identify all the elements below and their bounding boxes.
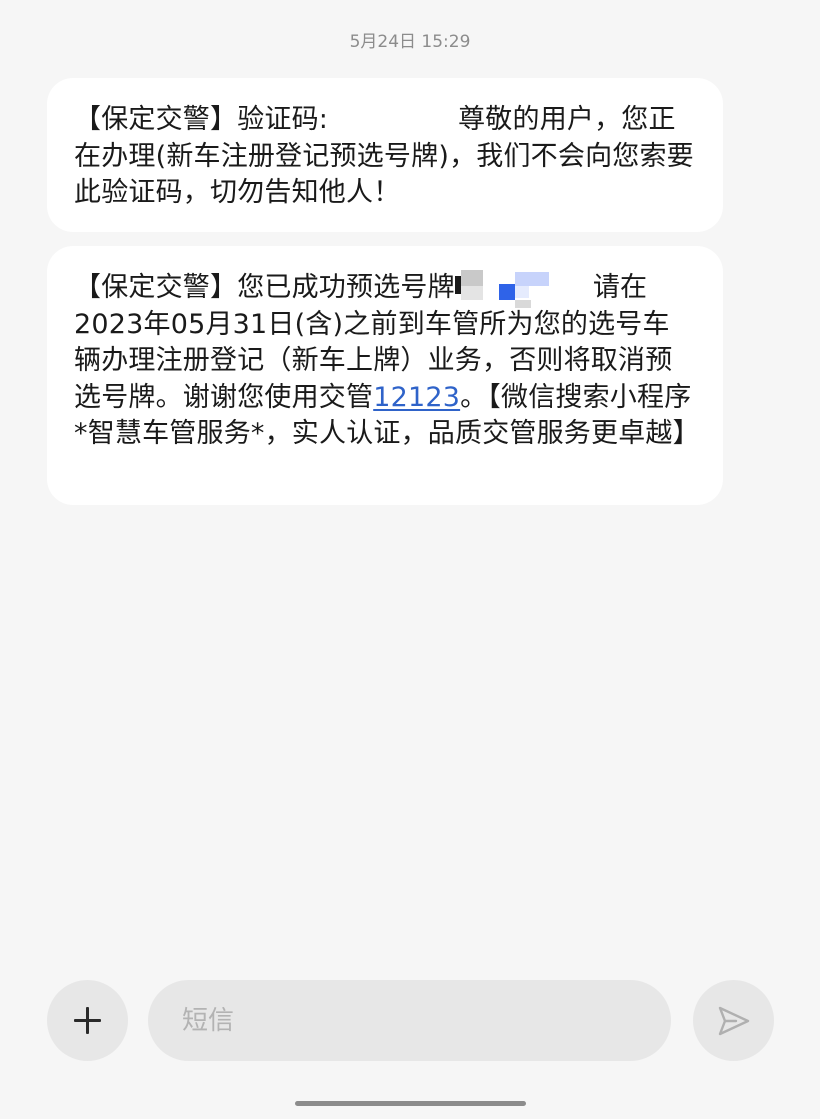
sms-input[interactable] — [148, 980, 671, 1061]
composer-bar — [0, 980, 820, 1062]
redacted-code — [328, 104, 458, 132]
sms-conversation-screen: 5月24日 15:29 【保定交警】验证码: 尊敬的用户，您正在办理(新车注册登记… — [0, 0, 820, 1119]
message-bubble-plate-selection[interactable]: 【保定交警】您已成功预选号牌 请在2023年05月31日(含)之前到车管所为您的选… — [47, 246, 723, 505]
message-prefix: 【保定交警】您已成功预选号牌 — [74, 272, 455, 303]
message-timestamp: 5月24日 15:29 — [349, 32, 471, 52]
redacted-plate-mosaic — [454, 270, 593, 308]
add-attachment-button[interactable] — [47, 980, 128, 1061]
send-icon — [718, 1006, 750, 1036]
message-bubble-verification[interactable]: 【保定交警】验证码: 尊敬的用户，您正在办理(新车注册登记预选号牌)，我们不会向您… — [47, 78, 723, 232]
home-indicator[interactable] — [295, 1101, 526, 1106]
send-button[interactable] — [693, 980, 774, 1061]
message-prefix: 【保定交警】验证码: — [74, 104, 329, 135]
phone-number-link[interactable]: 12123 — [373, 382, 460, 413]
